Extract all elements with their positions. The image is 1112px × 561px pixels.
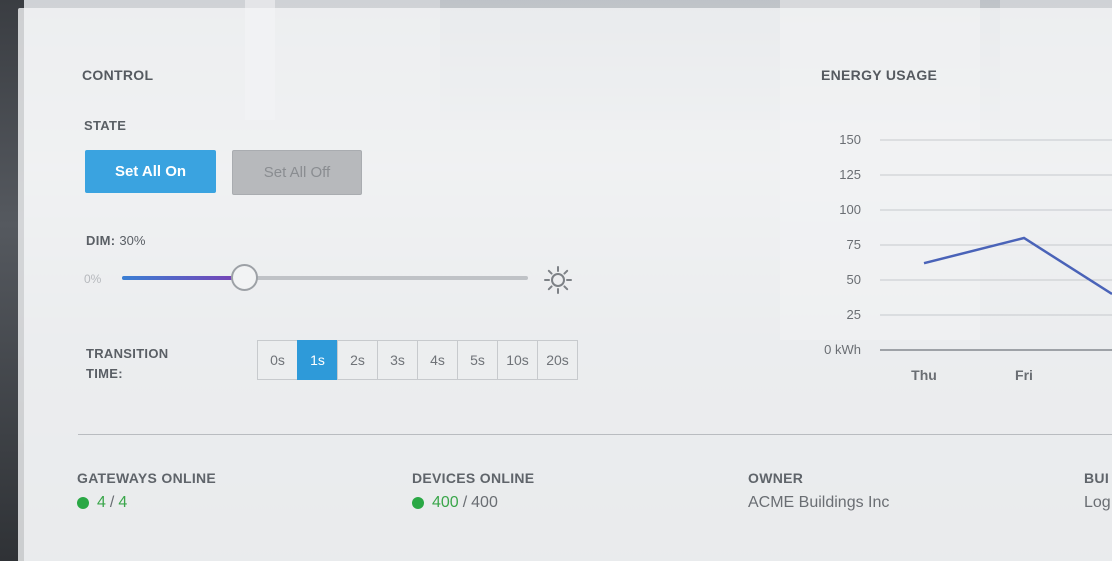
- set-all-on-button[interactable]: Set All On: [85, 150, 216, 193]
- devices-total-count: 400: [471, 494, 498, 511]
- energy-usage-title: ENERGY USAGE: [821, 67, 938, 83]
- energy-series-line: [923, 236, 1112, 296]
- dim-label-key: DIM:: [86, 233, 116, 248]
- devices-online-label: DEVICES ONLINE: [412, 470, 535, 486]
- building-label: BUI: [1084, 470, 1110, 486]
- dim-slider-fill: [122, 276, 244, 280]
- dim-value: 30%: [119, 233, 146, 248]
- dim-slider-thumb[interactable]: [231, 264, 258, 291]
- brightness-icon: [544, 266, 572, 294]
- y-tick-label: 50: [847, 272, 861, 287]
- building-value: Log: [1084, 494, 1111, 511]
- y-tick-label: 25: [847, 307, 861, 322]
- set-all-off-button[interactable]: Set All Off: [232, 150, 362, 195]
- slider-min-label: 0%: [84, 272, 102, 286]
- status-online-icon: [412, 497, 424, 509]
- transition-option-4s[interactable]: 4s: [417, 340, 458, 380]
- transition-option-20s[interactable]: 20s: [537, 340, 578, 380]
- y-tick-label: 125: [839, 167, 861, 182]
- gateways-online-value: 4 / 4: [77, 494, 127, 512]
- y-tick-label: 75: [847, 237, 861, 252]
- dim-label: DIM: 30%: [86, 233, 145, 248]
- energy-chart-svg: 0 kWh 25 50 75 100 125 150 Thu Fri: [824, 132, 1112, 383]
- status-online-icon: [77, 497, 89, 509]
- transition-option-1s[interactable]: 1s: [297, 340, 338, 380]
- section-divider: [78, 434, 1112, 435]
- devices-separator: /: [462, 494, 468, 511]
- owner-label: OWNER: [748, 470, 804, 486]
- gateways-online-label: GATEWAYS ONLINE: [77, 470, 217, 486]
- transition-time-selector: 0s 1s 2s 3s 4s 5s 10s 20s: [257, 340, 578, 380]
- state-label: STATE: [84, 118, 127, 133]
- devices-online-value: 400 / 400: [412, 494, 498, 512]
- transition-time-label: TRANSITION TIME:: [86, 344, 168, 384]
- y-tick-label: 100: [839, 202, 861, 217]
- owner-value: ACME Buildings Inc: [748, 494, 890, 511]
- transition-option-3s[interactable]: 3s: [377, 340, 418, 380]
- energy-usage-chart: 0 kWh 25 50 75 100 125 150 Thu Fri: [800, 120, 1112, 400]
- control-title: CONTROL: [82, 67, 154, 83]
- transition-label-line2: TIME:: [86, 366, 123, 381]
- gateways-separator: /: [109, 494, 115, 511]
- transition-option-5s[interactable]: 5s: [457, 340, 498, 380]
- x-tick-label: Fri: [1015, 367, 1033, 383]
- devices-online-count: 400: [432, 494, 459, 511]
- gateways-online-count: 4: [97, 494, 106, 511]
- transition-option-10s[interactable]: 10s: [497, 340, 538, 380]
- y-tick-label: 0 kWh: [824, 342, 861, 357]
- transition-option-0s[interactable]: 0s: [257, 340, 298, 380]
- transition-label-line1: TRANSITION: [86, 346, 169, 361]
- x-tick-label: Thu: [911, 367, 937, 383]
- y-tick-label: 150: [839, 132, 861, 147]
- gateways-total-count: 4: [118, 494, 128, 511]
- transition-option-2s[interactable]: 2s: [337, 340, 378, 380]
